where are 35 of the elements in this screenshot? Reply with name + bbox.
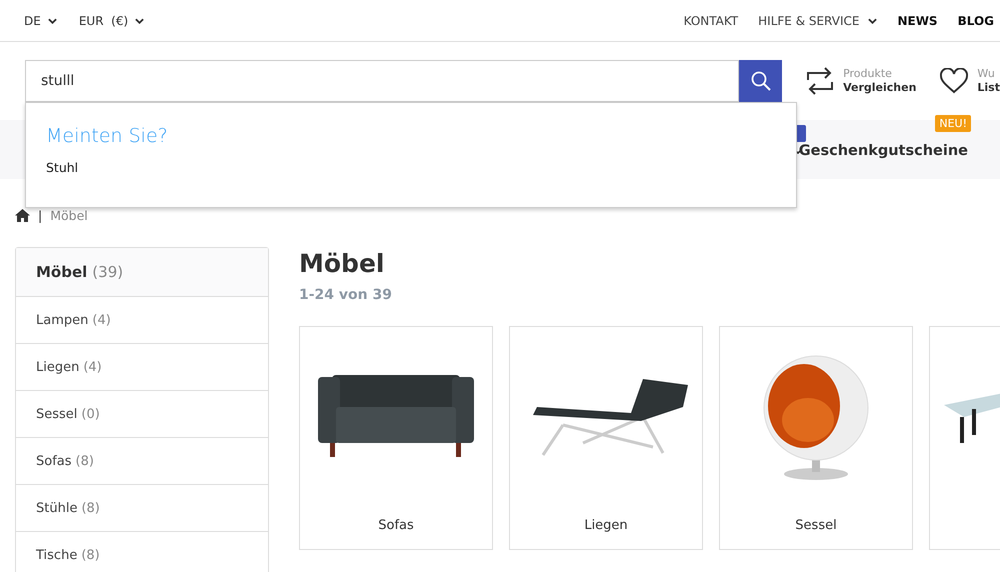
- product-card[interactable]: Sessel: [719, 326, 913, 550]
- breadcrumb-link[interactable]: Möbel: [50, 208, 88, 223]
- category-title: Möbel (39): [16, 248, 268, 297]
- suggestion-link[interactable]: Stuhl: [46, 160, 78, 175]
- page-title: Möbel: [299, 249, 384, 278]
- product-card[interactable]: Sofas: [299, 326, 493, 550]
- result-count: 1-24 von 39: [299, 287, 392, 303]
- top-link[interactable]: NEWS: [897, 14, 938, 28]
- category-link[interactable]: Tische (8): [16, 532, 268, 572]
- category-link[interactable]: Sofas (8): [16, 438, 268, 485]
- search-button[interactable]: [739, 60, 782, 102]
- compare-arrows-icon[interactable]: [806, 66, 834, 96]
- product-category-label[interactable]: Sofas: [378, 518, 414, 533]
- currency-selector[interactable]: EUR (€): [78, 14, 144, 28]
- nav-item[interactable]: Geschenkgutscheine: [798, 143, 968, 159]
- language-selector[interactable]: DE: [24, 14, 57, 28]
- suggestion-heading: Meinten Sie?: [46, 125, 168, 147]
- top-link[interactable]: BLOG: [958, 14, 994, 28]
- product-category-label[interactable]: Liegen: [584, 518, 628, 533]
- new-badge: NEU!: [935, 115, 971, 132]
- top-link[interactable]: HILFE & SERVICE: [758, 14, 878, 28]
- product-category-label[interactable]: Sessel: [795, 518, 837, 533]
- top-link[interactable]: KONTAKT: [684, 14, 738, 28]
- search-icon: [750, 71, 771, 91]
- product-card[interactable]: Liegen: [509, 326, 703, 550]
- action-label[interactable]: List: [977, 81, 1000, 95]
- home-icon[interactable]: [15, 209, 30, 222]
- category-link[interactable]: Liegen (4): [16, 344, 268, 391]
- category-link[interactable]: Lampen (4): [16, 297, 268, 344]
- action-label[interactable]: Vergleichen: [843, 81, 916, 95]
- heart-icon[interactable]: [940, 68, 968, 94]
- search-field[interactable]: stulll: [25, 60, 740, 102]
- category-link[interactable]: Stühle (8): [16, 485, 268, 532]
- breadcrumb-separator: |: [38, 208, 42, 223]
- category-link[interactable]: Sessel (0): [16, 391, 268, 438]
